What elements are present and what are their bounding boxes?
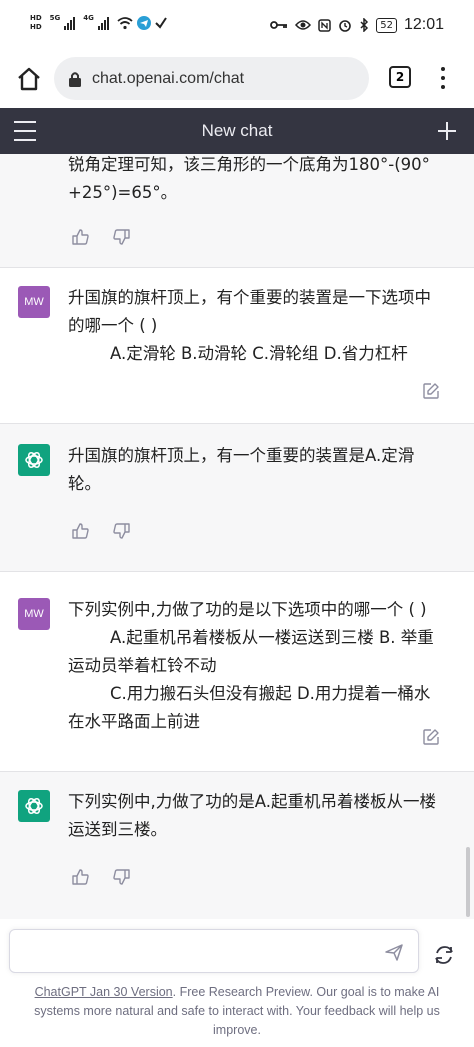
thumbs-down-icon[interactable] — [112, 868, 130, 886]
url-text: chat.openai.com/chat — [92, 69, 245, 87]
openai-logo-icon — [25, 798, 43, 814]
chat-header: New chat — [0, 108, 474, 154]
hd-indicator: HD HD — [30, 14, 42, 32]
chatgpt-avatar — [18, 790, 50, 822]
key-icon — [270, 21, 288, 29]
user-avatar: MW — [18, 286, 50, 318]
message-text: 锐角定理可知，该三角形的一个底角为180°-(90°+25°)=65°。 — [68, 155, 430, 202]
chat-thread: 锐角定理可知，该三角形的一个底角为180°-(90°+25°)=65°。 MW … — [0, 154, 474, 919]
thumbs-up-icon[interactable] — [72, 522, 90, 540]
feedback-buttons — [72, 868, 130, 886]
bluetooth-icon — [360, 18, 369, 32]
browser-menu-icon[interactable] — [434, 64, 452, 92]
clock: 12:01 — [403, 16, 444, 33]
user-message: MW 升国旗的旗杆顶上，有个重要的装置是一下选项中的哪一个 ( ) A.定滑轮 … — [0, 268, 474, 424]
feedback-buttons — [72, 522, 130, 540]
page-title: New chat — [201, 121, 273, 140]
signal-icon-2 — [97, 16, 109, 30]
thumbs-up-icon[interactable] — [72, 868, 90, 886]
wifi-icon — [117, 17, 133, 30]
browser-toolbar: chat.openai.com/chat 2 — [0, 52, 474, 108]
tab-switcher-button[interactable]: 2 — [389, 66, 411, 88]
assistant-message: 下列实例中,力做了功的是A.起重机吊着楼板从一楼运送到三楼。 — [0, 772, 474, 919]
edit-icon[interactable] — [422, 382, 440, 400]
message-text: 下列实例中,力做了功的是A.起重机吊着楼板从一楼运送到三楼。 — [68, 792, 436, 839]
hd-label-2: HD — [30, 23, 42, 31]
alarm-icon — [339, 20, 352, 32]
edit-icon[interactable] — [422, 728, 440, 746]
message-text: 升国旗的旗杆顶上，有个重要的装置是一下选项中的哪一个 ( ) A.定滑轮 B.动… — [68, 288, 431, 363]
composer-area: ChatGPT Jan 30 Version. Free Research Pr… — [0, 919, 474, 1047]
thumbs-down-icon[interactable] — [112, 522, 130, 540]
openai-logo-icon — [25, 452, 43, 468]
user-avatar: MW — [18, 598, 50, 630]
send-icon[interactable] — [384, 942, 404, 962]
footer-disclaimer: ChatGPT Jan 30 Version. Free Research Pr… — [10, 983, 464, 1040]
network-4g-label: 4G — [83, 14, 94, 22]
lock-icon — [69, 71, 81, 87]
home-icon[interactable] — [14, 64, 44, 94]
nfc-icon — [318, 18, 331, 32]
status-right: 52 12:01 — [270, 16, 444, 34]
battery-indicator: 52 — [376, 17, 397, 33]
network-5g-label: 5G — [49, 14, 61, 22]
assistant-message: 锐角定理可知，该三角形的一个底角为180°-(90°+25°)=65°。 — [0, 154, 474, 268]
message-text: 下列实例中,力做了功的是以下选项中的哪一个 ( ) A.起重机吊着楼板从一楼运送… — [68, 600, 434, 731]
chatgpt-avatar — [18, 444, 50, 476]
scrollbar[interactable] — [466, 847, 470, 917]
signal-icon — [64, 16, 76, 30]
user-message: MW 下列实例中,力做了功的是以下选项中的哪一个 ( ) A.起重机吊着楼板从一… — [0, 572, 474, 772]
check-icon — [155, 17, 167, 29]
thumbs-up-icon[interactable] — [72, 228, 90, 246]
regenerate-icon[interactable] — [433, 944, 455, 966]
feedback-buttons — [72, 228, 130, 246]
status-left: HD HD 5G 4G — [30, 14, 167, 32]
message-input[interactable] — [9, 929, 419, 973]
assistant-message: 升国旗的旗杆顶上，有一个重要的装置是A.定滑轮。 — [0, 424, 474, 572]
status-bar: HD HD 5G 4G 52 12:01 — [0, 0, 474, 52]
address-bar[interactable]: chat.openai.com/chat — [54, 57, 369, 100]
hd-label-1: HD — [30, 14, 42, 22]
version-link[interactable]: ChatGPT Jan 30 Version — [35, 985, 173, 999]
eye-icon — [295, 20, 312, 30]
message-text: 升国旗的旗杆顶上，有一个重要的装置是A.定滑轮。 — [68, 446, 415, 493]
new-chat-plus-icon[interactable] — [434, 118, 460, 144]
thumbs-down-icon[interactable] — [112, 228, 130, 246]
telegram-icon — [136, 16, 151, 30]
